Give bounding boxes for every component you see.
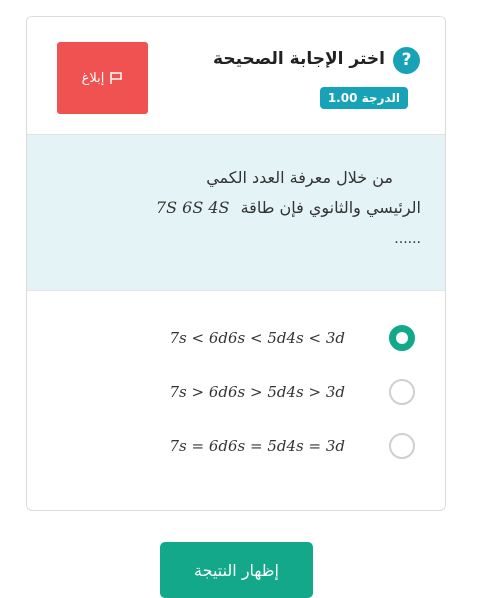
question-body: من خلال معرفة العدد الكمي الرئيسي والثان… xyxy=(27,135,445,291)
answer-option-1[interactable]: 7s < 6d6s < 5d4s < 3d xyxy=(27,321,445,361)
answer-option-text: 7s > 6d6s > 5d4s > 3d xyxy=(169,383,345,401)
question-header: ? اختر الإجابة الصحيحة الدرجة 1.00 إبلاغ xyxy=(27,17,445,135)
question-card: ? اختر الإجابة الصحيحة الدرجة 1.00 إبلاغ… xyxy=(26,16,446,511)
question-text-ellipsis: ...... xyxy=(394,231,421,247)
report-button-label: إبلاغ xyxy=(81,70,105,86)
answer-option-text: 7s = 6d6s = 5d4s = 3d xyxy=(169,437,345,455)
report-button[interactable]: إبلاغ xyxy=(57,42,148,114)
radio-unselected-icon[interactable] xyxy=(389,433,415,459)
grade-badge: الدرجة 1.00 xyxy=(319,87,408,109)
question-text-line1: من خلال معرفة العدد الكمي xyxy=(206,168,393,187)
question-title: اختر الإجابة الصحيحة xyxy=(213,49,385,69)
answer-option-3[interactable]: 7s = 6d6s = 5d4s = 3d xyxy=(27,429,445,469)
question-text-line2-words: الرئيسي والثانوي فإن طاقة xyxy=(240,198,421,217)
question-math-terms: 7S 6S 4S xyxy=(155,198,230,217)
radio-selected-icon[interactable] xyxy=(389,325,415,351)
question-text-line2: الرئيسي والثانوي فإن طاقة 7S 6S 4S xyxy=(156,198,421,217)
question-circle-icon: ? xyxy=(393,47,420,74)
radio-unselected-icon[interactable] xyxy=(389,379,415,405)
answer-option-2[interactable]: 7s > 6d6s > 5d4s > 3d xyxy=(27,375,445,415)
show-result-button[interactable]: إظهار النتيجة xyxy=(160,542,313,598)
flag-icon xyxy=(109,71,123,85)
answer-option-text: 7s < 6d6s < 5d4s < 3d xyxy=(169,329,345,347)
